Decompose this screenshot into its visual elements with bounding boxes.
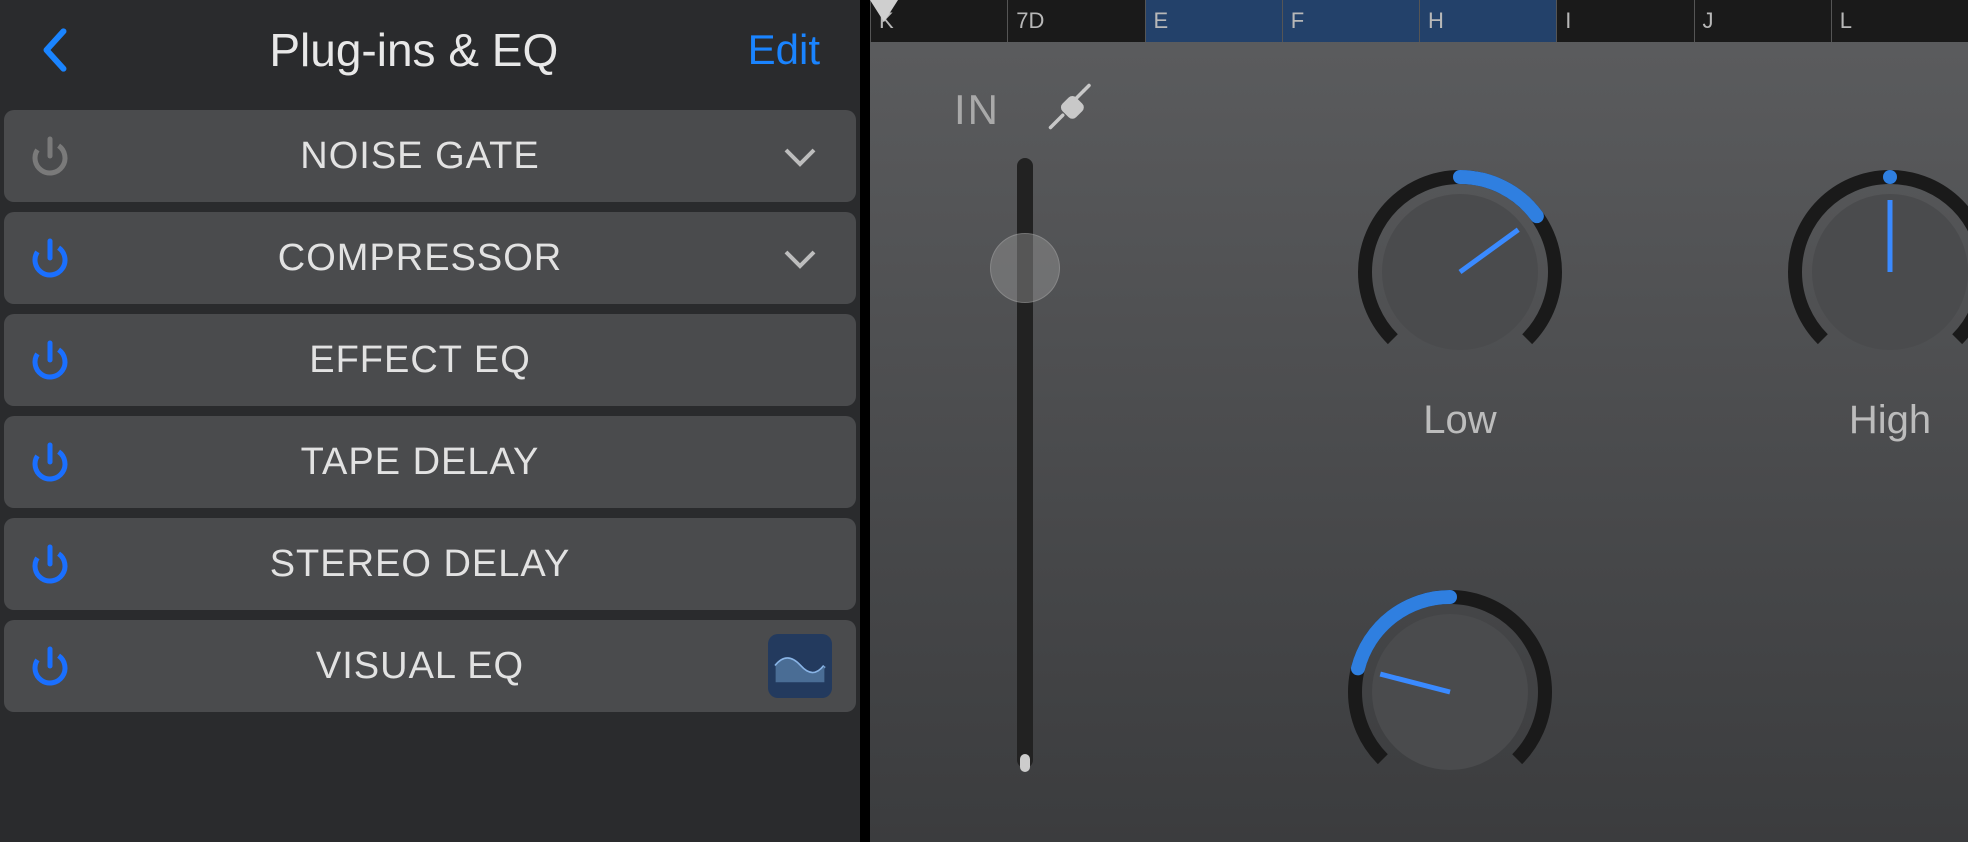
knob-drive-group [1310, 582, 1590, 818]
knob-high-group: High [1750, 162, 1968, 443]
power-icon [28, 644, 72, 688]
playhead-icon[interactable] [870, 0, 898, 22]
sidebar-header: Plug-ins & EQ Edit [0, 20, 860, 110]
power-button[interactable] [28, 338, 72, 382]
power-button[interactable] [28, 644, 72, 688]
plugin-label: TAPE DELAY [92, 441, 748, 484]
ruler-marker[interactable]: J [1694, 0, 1831, 42]
power-button[interactable] [28, 542, 72, 586]
power-icon [28, 338, 72, 382]
visual-eq-open-button[interactable] [768, 634, 832, 698]
high-knob[interactable] [1780, 162, 1968, 382]
plugin-label: STEREO DELAY [92, 543, 748, 586]
chevron-left-icon [38, 24, 72, 76]
plugin-list: NOISE GATE COMPRESSOR EFFECT EQ TAPE DEL… [0, 110, 860, 712]
slider-thumb[interactable] [990, 233, 1060, 303]
plugin-label: EFFECT EQ [92, 339, 748, 382]
slider-foot-cap [1020, 754, 1030, 772]
sidebar: Plug-ins & EQ Edit NOISE GATE COMPRESSOR… [0, 0, 860, 842]
plugin-label: COMPRESSOR [92, 237, 748, 280]
plugin-row-compressor[interactable]: COMPRESSOR [4, 212, 856, 304]
row-spacer [768, 532, 832, 596]
power-icon [28, 542, 72, 586]
plugin-row-visual-eq[interactable]: VISUAL EQ [4, 620, 856, 712]
ruler-marker[interactable]: 7D [1007, 0, 1144, 42]
chevron-down-icon [780, 238, 820, 278]
eq-curve-icon [768, 634, 832, 698]
power-button[interactable] [28, 440, 72, 484]
plugin-row-effect-eq[interactable]: EFFECT EQ [4, 314, 856, 406]
plugin-label: NOISE GATE [92, 135, 748, 178]
expand-button[interactable] [768, 124, 832, 188]
plugin-row-noise-gate[interactable]: NOISE GATE [4, 110, 856, 202]
low-knob[interactable] [1350, 162, 1570, 382]
chevron-down-icon [780, 136, 820, 176]
input-section: IN [930, 82, 1120, 768]
power-button[interactable] [28, 236, 72, 280]
input-gain-slider[interactable] [1017, 158, 1033, 768]
power-icon [28, 134, 72, 178]
ruler-marker[interactable]: I [1556, 0, 1693, 42]
edit-button[interactable]: Edit [748, 26, 820, 74]
timeline-ruler[interactable]: K7DEFHIJL [870, 0, 1968, 42]
power-button[interactable] [28, 134, 72, 178]
app-root: Plug-ins & EQ Edit NOISE GATE COMPRESSOR… [0, 0, 1968, 842]
plugin-row-tape-delay[interactable]: TAPE DELAY [4, 416, 856, 508]
plugin-row-stereo-delay[interactable]: STEREO DELAY [4, 518, 856, 610]
ruler-marker[interactable]: E [1145, 0, 1282, 42]
row-spacer [768, 328, 832, 392]
ruler-marker[interactable]: L [1831, 0, 1968, 42]
power-icon [28, 440, 72, 484]
input-header: IN [954, 82, 1096, 138]
back-button[interactable] [30, 20, 80, 80]
low-knob-label: Low [1320, 398, 1600, 443]
panel-divider [860, 0, 870, 842]
ruler-marker[interactable]: H [1419, 0, 1556, 42]
jack-plug-icon[interactable] [1040, 82, 1096, 138]
power-icon [28, 236, 72, 280]
expand-button[interactable] [768, 226, 832, 290]
row-spacer [768, 430, 832, 494]
controls-area: IN Low [870, 42, 1968, 842]
sidebar-title: Plug-ins & EQ [80, 23, 748, 77]
main-panel: K7DEFHIJL IN [870, 0, 1968, 842]
input-label: IN [954, 86, 1000, 134]
high-knob-label: High [1750, 398, 1968, 443]
knob-low-group: Low [1320, 162, 1600, 443]
drive-knob[interactable] [1340, 582, 1560, 802]
plugin-label: VISUAL EQ [92, 645, 748, 688]
ruler-marker[interactable]: F [1282, 0, 1419, 42]
